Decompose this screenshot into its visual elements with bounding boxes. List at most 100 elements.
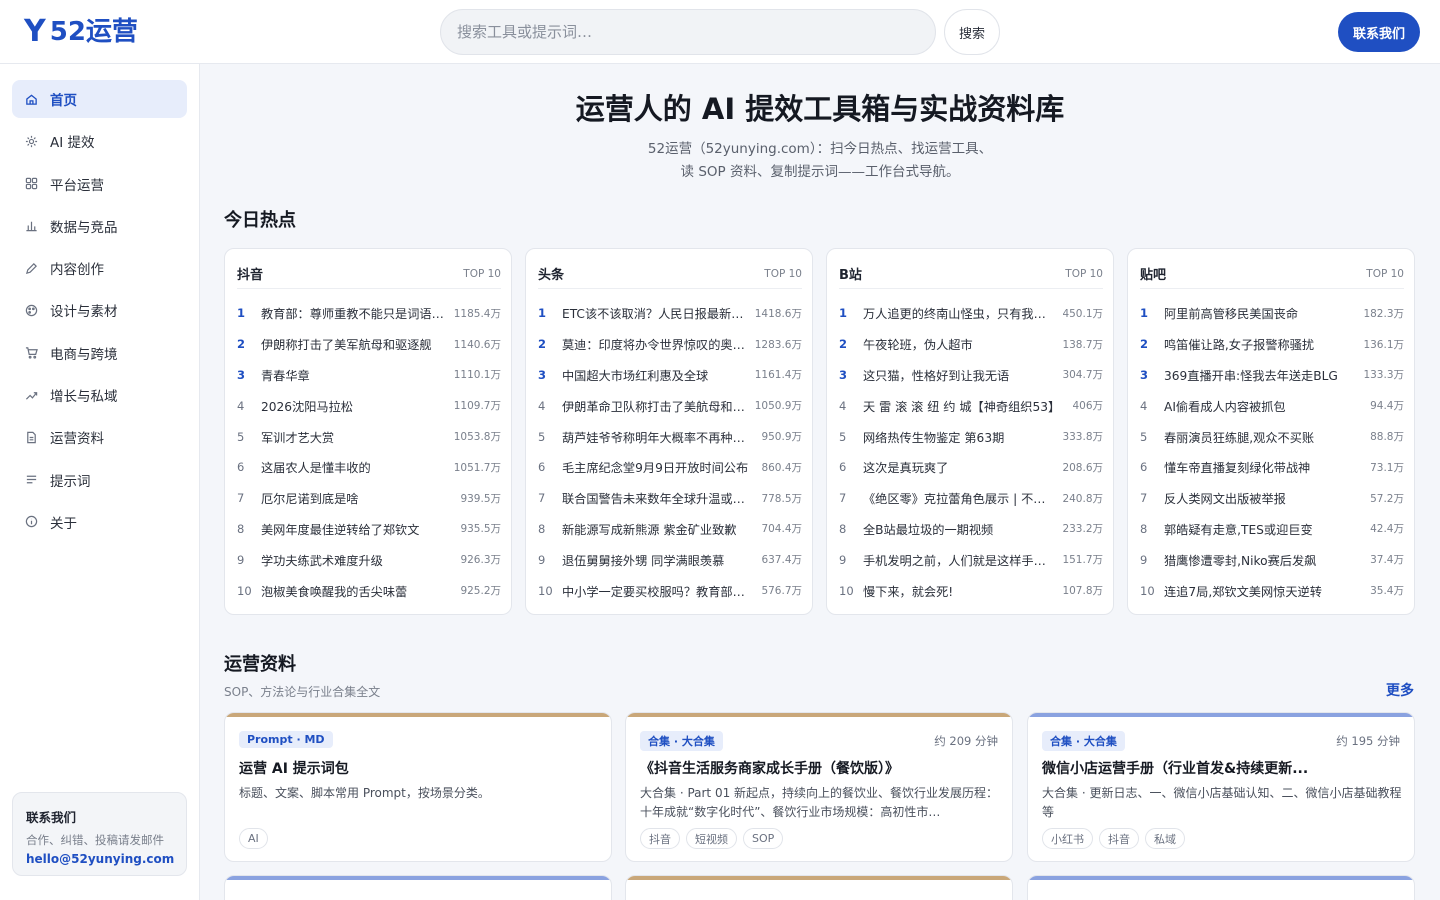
hot-rank: 7 xyxy=(237,491,245,506)
hot-list-item[interactable]: 10 连追7局,郑钦文美网惊天逆转 35.4万 xyxy=(1140,575,1404,606)
resource-chip[interactable]: AI xyxy=(239,828,268,849)
hot-rank: 3 xyxy=(1140,367,1149,382)
hot-list-item[interactable]: 7 联合国警告未来数年全球升温或… 778.5万 xyxy=(538,483,802,514)
pencil-icon xyxy=(24,261,38,275)
resource-card[interactable]: 合集 · 大合集 约 209 分钟 《抖音生活服务商家成长手册（餐饮版）》 大合集 ·… xyxy=(625,712,1013,862)
hot-board-card: B站 TOP 10 1 万人追更的终南山怪虫，只有我… 450.1万 2 午夜轮班，伪人超市… xyxy=(826,248,1114,615)
hot-list-item[interactable]: 4 伊朗革命卫队称打击了美航母和… 1050.9万 xyxy=(538,390,802,421)
hot-list-item[interactable]: 7 反人类网文出版被举报 57.2万 xyxy=(1140,483,1404,514)
site-logo[interactable]: Y 52运营 xyxy=(24,14,138,50)
hot-title: 泡椒美食唤醒我的舌尖味蕾 xyxy=(261,584,408,599)
hot-list-item[interactable]: 8 全B站最垃圾的一期视频 233.2万 xyxy=(839,514,1103,545)
hot-list-item[interactable]: 8 新能源写成新熊源 紫金矿业致歉 704.4万 xyxy=(538,514,802,545)
hot-value: 208.6万 xyxy=(1062,461,1103,474)
hot-value: 778.5万 xyxy=(761,492,802,505)
hot-list-item[interactable]: 5 春丽演员狂练腿,观众不买账 88.8万 xyxy=(1140,421,1404,452)
hot-list-item[interactable]: 3 369直播开串:怪我去年送走BLG 133.3万 xyxy=(1140,360,1404,391)
hot-board-top-label: TOP 10 xyxy=(1065,267,1103,280)
search-input[interactable] xyxy=(457,23,919,41)
resource-chip[interactable]: 小红书 xyxy=(1042,828,1093,849)
hot-list-item[interactable]: 4 天 雷 滚 滚 纽 约 城【神奇组织53】 406万 xyxy=(839,390,1103,421)
hot-list-item[interactable]: 2 鸣笛催让路,女子报警称骚扰 136.1万 xyxy=(1140,329,1404,360)
sidebar-item-label: 电商与跨境 xyxy=(50,346,118,363)
hot-rank: 8 xyxy=(839,521,847,536)
resource-chip[interactable]: SOP xyxy=(743,828,784,849)
hot-list-item[interactable]: 8 美网年度最佳逆转给了郑钦文 935.5万 xyxy=(237,514,501,545)
hot-list-item[interactable]: 3 这只猫，性格好到让我无语 304.7万 xyxy=(839,360,1103,391)
hot-list-item[interactable]: 1 万人追更的终南山怪虫，只有我… 450.1万 xyxy=(839,298,1103,329)
hot-list-item[interactable]: 2 午夜轮班，伪人超市 138.7万 xyxy=(839,329,1103,360)
hot-list-item[interactable]: 2 莫迪：印度将办令世界惊叹的奥… 1283.6万 xyxy=(538,329,802,360)
hot-list-item[interactable]: 9 手机发明之前，人们就是这样手… 151.7万 xyxy=(839,544,1103,575)
hot-list-item[interactable]: 10 泡椒美食唤醒我的舌尖味蕾 925.2万 xyxy=(237,575,501,606)
resource-chip[interactable]: 私域 xyxy=(1145,828,1185,849)
hot-list-item[interactable]: 10 慢下来，就会死! 107.8万 xyxy=(839,575,1103,606)
hot-list-item[interactable]: 9 学功夫练武术难度升级 926.3万 xyxy=(237,544,501,575)
hot-board-card: 抖音 TOP 10 1 教育部：尊师重教不能只是词语… 1185.4万 2 伊朗称打击了美军… xyxy=(224,248,512,615)
hot-list-item[interactable]: 3 青春华章 1110.1万 xyxy=(237,360,501,391)
hot-list-item[interactable]: 6 这届农人是懂丰收的 1051.7万 xyxy=(237,452,501,483)
hot-list-item[interactable]: 4 AI偷看成人内容被抓包 94.4万 xyxy=(1140,390,1404,421)
resource-card-partial[interactable] xyxy=(1027,875,1415,900)
hot-list-item[interactable]: 6 懂车帝直播复刻绿化带战神 73.1万 xyxy=(1140,452,1404,483)
list-icon xyxy=(24,473,38,487)
hot-list-item[interactable]: 10 中小学一定要买校服吗？教育部… 576.7万 xyxy=(538,575,802,606)
contact-button[interactable]: 联系我们 xyxy=(1338,12,1420,52)
hot-list-item[interactable]: 6 毛主席纪念堂9月9日开放时间公布 860.4万 xyxy=(538,452,802,483)
hot-rank: 3 xyxy=(237,367,246,382)
more-link[interactable]: 更多 xyxy=(1386,680,1414,700)
hot-list: 1 万人追更的终南山怪虫，只有我… 450.1万 2 午夜轮班，伪人超市 138.7万 3 这… xyxy=(839,298,1103,606)
hot-list-item[interactable]: 5 军训才艺大赏 1053.8万 xyxy=(237,421,501,452)
search-button[interactable]: 搜索 xyxy=(944,9,1000,55)
sidebar-item-ecommerce[interactable]: 电商与跨境 xyxy=(12,334,187,372)
sidebar-item-data[interactable]: 数据与竞品 xyxy=(12,207,187,245)
hot-list-item[interactable]: 1 阿里前高管移民美国丧命 182.3万 xyxy=(1140,298,1404,329)
sidebar-item-design[interactable]: 设计与素材 xyxy=(12,291,187,329)
hot-list: 1 教育部：尊师重教不能只是词语… 1185.4万 2 伊朗称打击了美军航母和驱逐舰 11… xyxy=(237,298,501,606)
contact-email-link[interactable]: hello@52yunying.com xyxy=(26,852,174,866)
hot-list-item[interactable]: 7 《绝区零》克拉蕾角色展示 | 不… 240.8万 xyxy=(839,483,1103,514)
hot-value: 182.3万 xyxy=(1363,307,1404,320)
document-icon xyxy=(24,430,38,444)
hot-title: ETC该不该取消？人民日报最新… xyxy=(562,307,744,322)
resource-card[interactable]: Prompt · MD 运营 AI 提示词包 标题、文案、脚本常用 Prompt，按… xyxy=(224,712,612,862)
sidebar-item-prompts[interactable]: 提示词 xyxy=(12,461,187,499)
sidebar-item-resources[interactable]: 运营资料 xyxy=(12,418,187,456)
hot-title: 青春华章 xyxy=(261,368,310,383)
hot-list-item[interactable]: 5 葫芦娃爷爷称明年大概率不再种… 950.9万 xyxy=(538,421,802,452)
hot-list-item[interactable]: 2 伊朗称打击了美军航母和驱逐舰 1140.6万 xyxy=(237,329,501,360)
hot-list-item[interactable]: 5 网络热传生物鉴定 第63期 333.8万 xyxy=(839,421,1103,452)
hot-list-item[interactable]: 3 中国超大市场红利惠及全球 1161.4万 xyxy=(538,360,802,391)
resource-chip[interactable]: 抖音 xyxy=(1099,828,1139,849)
hot-title: 伊朗革命卫队称打击了美航母和… xyxy=(562,399,745,414)
resource-chip[interactable]: 短视频 xyxy=(686,828,737,849)
hot-title: 毛主席纪念堂9月9日开放时间公布 xyxy=(562,461,749,476)
hot-list-item[interactable]: 1 ETC该不该取消？人民日报最新… 1418.6万 xyxy=(538,298,802,329)
resource-read-time: 约 209 分钟 xyxy=(934,734,998,748)
resource-card-partial[interactable] xyxy=(224,875,612,900)
hot-list-item[interactable]: 1 教育部：尊师重教不能只是词语… 1185.4万 xyxy=(237,298,501,329)
hot-rank: 5 xyxy=(1140,429,1148,444)
hot-board-header: 头条 TOP 10 xyxy=(538,259,802,289)
sidebar-item-about[interactable]: 关于 xyxy=(12,503,187,541)
hot-rank: 4 xyxy=(839,398,847,413)
hot-rank: 10 xyxy=(237,583,252,598)
hot-list-item[interactable]: 7 厄尔尼诺到底是啥 939.5万 xyxy=(237,483,501,514)
resource-chip[interactable]: 抖音 xyxy=(640,828,680,849)
sidebar-item-platform[interactable]: 平台运营 xyxy=(12,165,187,203)
top-header: Y 52运营 搜索 联系我们 xyxy=(0,0,1440,64)
resource-card[interactable]: 合集 · 大合集 约 195 分钟 微信小店运营手册（行业首发&持续更新... 大合集… xyxy=(1027,712,1415,862)
hot-rank: 1 xyxy=(839,306,848,321)
sidebar-item-home[interactable]: 首页 xyxy=(12,80,187,118)
hot-list-item[interactable]: 8 郭皓疑有走意,TES或迎巨变 42.4万 xyxy=(1140,514,1404,545)
hot-list-item[interactable]: 9 猎鹰惨遭零封,Niko赛后发飙 37.4万 xyxy=(1140,544,1404,575)
sidebar-item-ai[interactable]: AI 提效 xyxy=(12,122,187,160)
resource-card-partial[interactable] xyxy=(625,875,1013,900)
sidebar-item-content[interactable]: 内容创作 xyxy=(12,249,187,287)
hot-list-item[interactable]: 4 2026沈阳马拉松 1109.7万 xyxy=(237,390,501,421)
subtitle-line: 读 SOP 资料、复制提示词——工作台式导航。 xyxy=(680,164,960,180)
hot-value: 576.7万 xyxy=(761,585,802,598)
hot-list-item[interactable]: 9 退伍舅舅接外甥 同学满眼羡慕 637.4万 xyxy=(538,544,802,575)
hot-list-item[interactable]: 6 这次是真玩爽了 208.6万 xyxy=(839,452,1103,483)
sidebar-item-growth[interactable]: 增长与私域 xyxy=(12,376,187,414)
